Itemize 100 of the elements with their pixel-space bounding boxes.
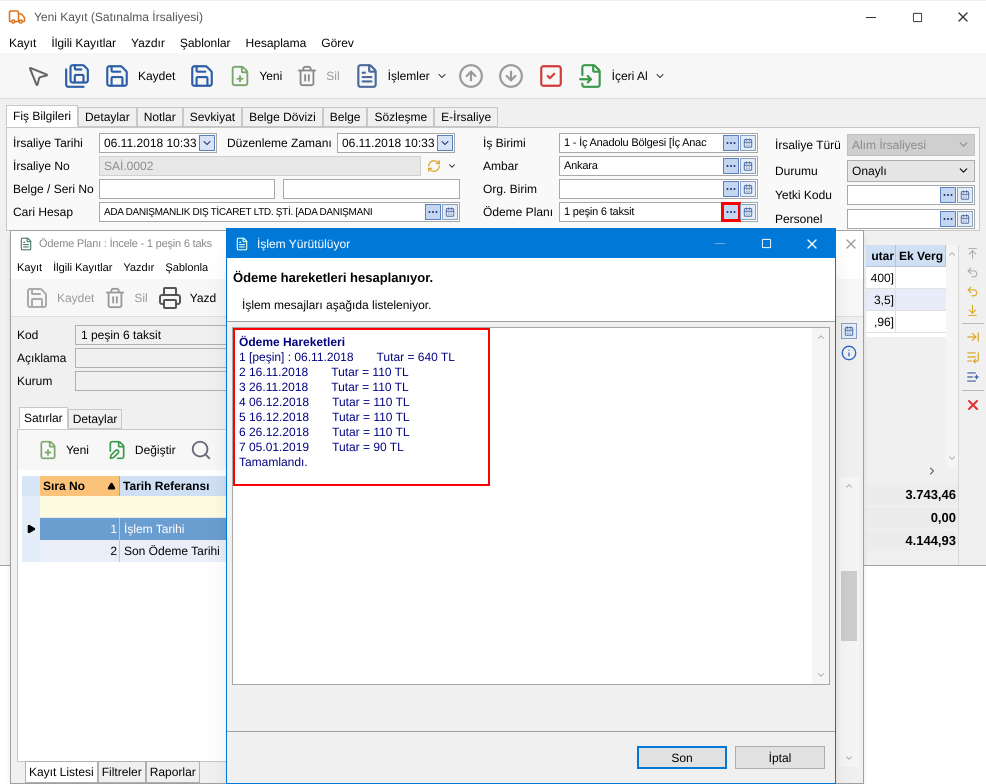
column-header[interactable]: utar: [866, 245, 896, 266]
table-cell: 2: [40, 540, 120, 562]
scrollbar[interactable]: [812, 328, 829, 684]
move-top-icon[interactable]: [966, 247, 979, 260]
menu-item[interactable]: Hesaplama: [246, 34, 306, 52]
calendar-icon: [743, 138, 753, 148]
date-field[interactable]: 06.11.2018 10:33: [337, 133, 455, 153]
dropdown-field[interactable]: Onaylı: [847, 160, 975, 182]
new-document-icon: [38, 440, 58, 460]
menu-item[interactable]: Görev: [321, 34, 354, 52]
field-label: Yetki Kodu: [775, 187, 833, 204]
browse-button[interactable]: [425, 204, 441, 220]
search-icon[interactable]: [190, 439, 212, 461]
toolbar-button[interactable]: Kaydet: [100, 56, 180, 94]
toolbar-button[interactable]: Değiştir: [102, 431, 180, 469]
table-cell: 400]: [866, 267, 896, 288]
lookup-field[interactable]: [847, 209, 975, 230]
tab[interactable]: Notlar: [136, 107, 183, 127]
payment-amount: Tutar = 110 TL: [331, 380, 409, 395]
check-icon[interactable]: [538, 62, 564, 88]
menu-item[interactable]: Kayıt: [9, 34, 36, 52]
menu-item[interactable]: İlgili Kayıtlar: [51, 34, 116, 52]
calendar-button[interactable]: [442, 204, 458, 220]
scrollbar[interactable]: [946, 245, 958, 467]
message-title: Ödeme Hareketleri: [239, 335, 346, 350]
table-cell-text: Son Ödeme Tarihi: [123, 543, 220, 560]
toolbar-button[interactable]: Yeni: [34, 431, 93, 469]
toolbar-button[interactable]: İçeri Al: [574, 56, 652, 94]
scrollbar[interactable]: [839, 477, 859, 767]
window-title: Ödeme Planı : İncele - 1 peşin 6 taks: [39, 236, 212, 252]
tab[interactable]: Detaylar: [68, 409, 122, 429]
calendar-button[interactable]: [740, 158, 756, 174]
text-field[interactable]: [99, 179, 275, 199]
payment-date: 2 16.11.2018: [239, 365, 308, 380]
calendar-button[interactable]: [957, 211, 973, 228]
info-icon[interactable]: [841, 345, 857, 361]
field-label: İş Birimi: [483, 135, 527, 152]
browse-button[interactable]: [723, 158, 739, 174]
lookup-field[interactable]: ADA DANIŞMANLIK DIŞ TİCARET LTD. ŞTİ. [ADA DANIŞMANI: [99, 202, 460, 222]
field-label: İrsaliye Tarihi: [13, 135, 84, 152]
save-icon: [104, 62, 130, 88]
list-add-icon[interactable]: [966, 370, 980, 384]
tab[interactable]: Kayıt Listesi: [25, 761, 98, 783]
tab[interactable]: Fiş Bilgileri: [6, 105, 78, 127]
lookup-field[interactable]: [847, 185, 975, 206]
calendar-button[interactable]: [957, 187, 973, 204]
dropdown-icon[interactable]: [199, 135, 215, 151]
undo-icon[interactable]: [966, 266, 979, 279]
browse-button[interactable]: [940, 187, 956, 204]
lookup-field[interactable]: 1 peşin 6 taksit: [559, 202, 758, 222]
dropdown-icon[interactable]: [437, 135, 453, 151]
lookup-field[interactable]: [559, 179, 758, 199]
refresh-icon[interactable]: [427, 159, 441, 173]
lookup-field[interactable]: 1 - İç Anadolu Bölgesi [İç Anac: [559, 133, 758, 153]
menu-item[interactable]: Kayıt: [17, 260, 42, 276]
tab[interactable]: Sözleşme: [367, 107, 434, 127]
calendar-button[interactable]: [740, 181, 756, 197]
scroll-thumb[interactable]: [841, 571, 857, 641]
tab[interactable]: Sevkiyat: [182, 107, 242, 127]
maximize-icon: [760, 238, 772, 249]
toolbar-button[interactable]: Yeni: [225, 56, 286, 94]
menu-item[interactable]: Şablonla: [165, 260, 208, 276]
menu-item[interactable]: Yazdır: [123, 260, 154, 276]
dialog-button[interactable]: İptal: [735, 746, 825, 769]
calendar-icon: [743, 184, 753, 194]
date-field[interactable]: 06.11.2018 10:33: [99, 133, 217, 153]
menu-item[interactable]: İlgili Kayıtlar: [53, 260, 112, 276]
tab[interactable]: Belge: [322, 107, 368, 127]
save-icon: [189, 62, 216, 88]
tab[interactable]: Filtreler: [98, 761, 146, 783]
trash-icon: [104, 286, 126, 308]
menu-item[interactable]: Yazdır: [131, 34, 165, 52]
dialog-button[interactable]: Son: [637, 746, 727, 769]
payment-date: 5 16.12.2018: [239, 410, 310, 425]
table-cell: ,96]: [866, 311, 896, 332]
tab[interactable]: Belge Dövizi: [242, 107, 323, 127]
lookup-field[interactable]: Ankara: [559, 156, 758, 176]
calendar-button[interactable]: [841, 323, 857, 339]
tab[interactable]: Detaylar: [78, 107, 137, 127]
minimize-icon: [866, 16, 876, 18]
payment-amount: Tutar = 640 TL: [376, 350, 455, 365]
text-field[interactable]: [283, 179, 460, 199]
field-label: Cari Hesap: [13, 204, 74, 221]
calendar-icon: [743, 207, 753, 217]
browse-button[interactable]: [723, 135, 739, 151]
calendar-button[interactable]: [740, 204, 756, 220]
tab[interactable]: Raporlar: [146, 761, 200, 783]
browse-button[interactable]: [723, 204, 739, 220]
total-value: 3.743,46: [866, 485, 958, 505]
browse-button[interactable]: [723, 181, 739, 197]
payment-date: 7 05.01.2019: [239, 440, 310, 455]
calendar-button[interactable]: [740, 135, 756, 151]
toolbar-button[interactable]: Yazd: [154, 278, 220, 316]
payment-date: 6 26.12.2018: [239, 425, 310, 440]
tab[interactable]: E-İrsaliye: [434, 107, 498, 127]
toolbar-button[interactable]: İşlemler: [350, 56, 434, 94]
column-header[interactable]: Sıra No: [40, 476, 120, 496]
tab[interactable]: Satırlar: [19, 407, 68, 429]
browse-button[interactable]: [940, 211, 956, 228]
menu-item[interactable]: Şablonlar: [180, 34, 231, 52]
